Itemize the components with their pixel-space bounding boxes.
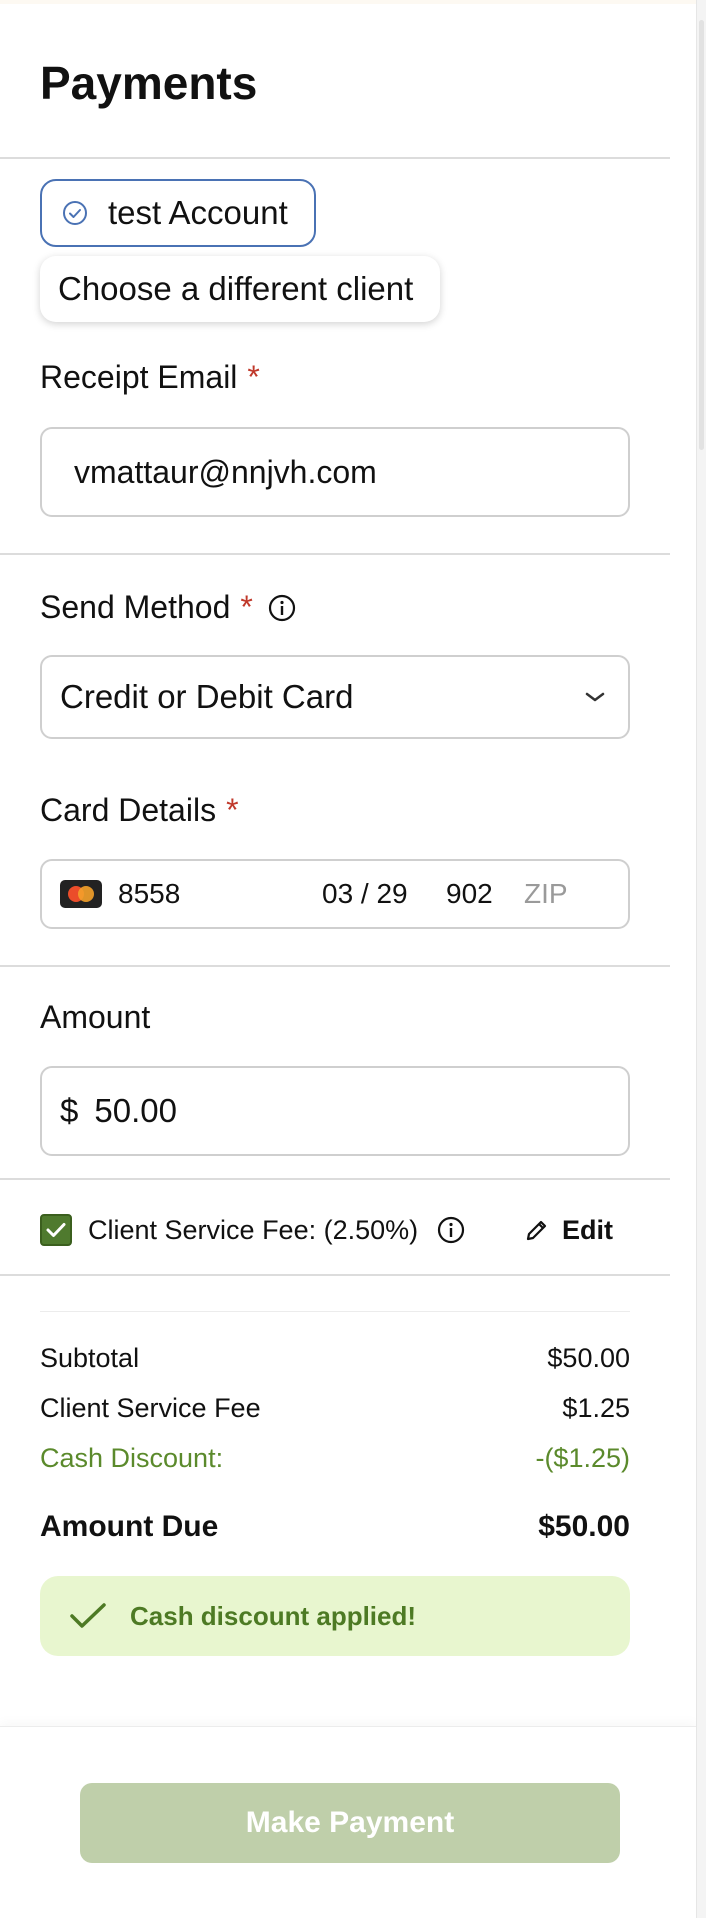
card-cvc-input[interactable]: 902	[446, 878, 524, 910]
send-method-value: Credit or Debit Card	[60, 678, 354, 715]
cash-discount-alert: Cash discount applied!	[40, 1576, 630, 1656]
card-expiry-input[interactable]: 03 / 29	[322, 878, 446, 910]
card-zip-input[interactable]: ZIP	[524, 878, 568, 910]
check-circle-icon	[63, 201, 87, 225]
amount-due-value: $50.00	[538, 1510, 630, 1543]
service-fee-label: Client Service Fee: (2.50%)	[88, 1214, 419, 1245]
edit-fee-label: Edit	[562, 1214, 613, 1245]
footer-bar: Make Payment	[0, 1726, 696, 1918]
amount-field[interactable]: $ 50.00	[40, 1066, 630, 1156]
service-fee-checkbox[interactable]	[40, 1214, 72, 1246]
send-method-select[interactable]: Credit or Debit Card	[40, 655, 630, 739]
card-number-input[interactable]: 8558	[118, 878, 322, 910]
required-marker: *	[247, 359, 260, 395]
mastercard-icon	[60, 880, 102, 908]
checkmark-icon	[46, 1223, 66, 1237]
discount-label: Cash Discount:	[40, 1443, 224, 1473]
amount-due-label: Amount Due	[40, 1510, 219, 1543]
divider	[0, 553, 670, 555]
summary-subtotal-row: Subtotal $50.00	[40, 1343, 630, 1374]
discount-value: -($1.25)	[535, 1443, 630, 1473]
card-details-label-text: Card Details	[40, 792, 217, 828]
service-fee-row: Client Service Fee: (2.50%) Edit	[40, 1212, 630, 1248]
send-method-label-text: Send Method	[40, 589, 231, 625]
checkmark-icon	[70, 1603, 106, 1628]
choose-different-client-button[interactable]: Choose a different client	[40, 256, 440, 322]
alert-text: Cash discount applied!	[130, 1600, 417, 1631]
send-method-label: Send Method *	[40, 589, 297, 626]
receipt-email-label-text: Receipt Email	[40, 359, 238, 395]
currency-symbol: $	[60, 1092, 79, 1129]
receipt-email-value: vmattaur@nnjvh.com	[74, 453, 377, 490]
scrollbar-thumb[interactable]	[699, 20, 704, 450]
summary-fee-row: Client Service Fee $1.25	[40, 1393, 630, 1424]
divider	[0, 1178, 670, 1180]
scrollbar[interactable]	[696, 0, 706, 1918]
payments-page: Payments test Account Choose a different…	[0, 4, 696, 1918]
page-title: Payments	[40, 57, 258, 109]
amount-value: 50.00	[94, 1092, 177, 1129]
make-payment-button[interactable]: Make Payment	[80, 1783, 620, 1863]
info-icon[interactable]	[436, 1215, 466, 1245]
fee-value: $1.25	[562, 1393, 630, 1423]
divider	[0, 965, 670, 967]
chevron-down-icon	[585, 692, 605, 702]
info-icon[interactable]	[267, 593, 297, 623]
required-marker: *	[226, 792, 239, 828]
selected-client-chip[interactable]: test Account	[40, 179, 316, 247]
subtotal-label: Subtotal	[40, 1343, 140, 1373]
card-details-field[interactable]: 8558 03 / 29 902 ZIP	[40, 859, 630, 929]
subtotal-value: $50.00	[547, 1343, 630, 1373]
pencil-icon	[526, 1220, 547, 1241]
card-details-label: Card Details *	[40, 792, 239, 829]
required-marker: *	[240, 589, 253, 625]
summary-due-row: Amount Due $50.00	[40, 1510, 630, 1544]
divider	[40, 1311, 630, 1312]
amount-label-text: Amount	[40, 999, 151, 1035]
fee-label: Client Service Fee	[40, 1393, 261, 1423]
edit-fee-button[interactable]: Edit	[524, 1212, 613, 1248]
amount-label: Amount	[40, 999, 150, 1036]
divider	[0, 157, 670, 159]
divider	[0, 1274, 670, 1276]
receipt-email-field[interactable]: vmattaur@nnjvh.com	[40, 427, 630, 517]
summary-discount-row: Cash Discount: -($1.25)	[40, 1443, 630, 1474]
selected-client-label: test Account	[108, 194, 288, 231]
receipt-email-label: Receipt Email *	[40, 359, 260, 396]
